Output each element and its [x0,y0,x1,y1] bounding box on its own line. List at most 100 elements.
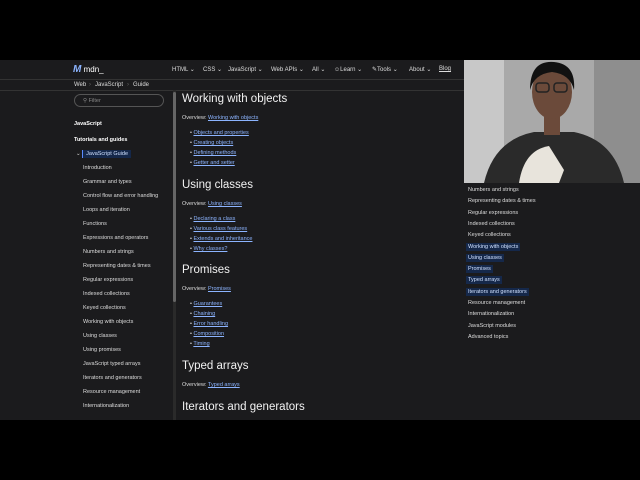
list-item: • Composition [190,331,225,337]
sidebar-item[interactable]: Using promises [83,347,121,353]
overview-line: Overview: Promises [182,286,231,292]
list-item: • Extends and inheritance [190,236,253,242]
overview-link[interactable]: Using classes [208,201,242,207]
sidebar-item[interactable]: JavaScript typed arrays [83,361,140,367]
toc-item[interactable]: Resource management [466,299,527,307]
logo-text: mdn_ [83,65,104,74]
list-item: • Creating objects [190,140,234,146]
nav-learn[interactable]: ☺Learn ⌄ [334,66,362,73]
overview-line: Overview: Working with objects [182,115,258,121]
breadcrumb-guide[interactable]: Guide [133,82,149,88]
toc-item[interactable]: Working with objects [466,242,521,251]
sidebar-item[interactable]: Iterators and generators [83,375,142,381]
nav-tools[interactable]: ✎Tools ⌄ [372,66,398,73]
sidebar-item[interactable]: Resource management [83,389,140,395]
sidebar-item[interactable]: Indexed collections [83,291,130,297]
list-link[interactable]: Declaring a class [193,216,235,222]
sidebar-item[interactable]: Internationalization [83,403,129,409]
nav-blog[interactable]: Blog [439,66,451,72]
mdn-logo[interactable]: M mdn_ [73,64,104,75]
list-link[interactable]: Guarantees [193,301,222,307]
toc-item[interactable]: Using classes [466,253,504,262]
list-item: • Why classes? [190,246,228,252]
section-heading: Working with objects [182,93,288,105]
nav-about[interactable]: About ⌄ [409,66,431,73]
sidebar-section-title[interactable]: JavaScript [74,121,102,127]
nav-html[interactable]: HTML ⌄ [172,66,195,73]
toc-item[interactable]: Keyed collections [466,231,513,239]
breadcrumb-separator: › [127,82,129,88]
list-link[interactable]: Timing [193,341,209,347]
nav-javascript[interactable]: JavaScript ⌄ [228,66,263,73]
webcam-person-image [464,60,640,183]
overview-label: Overview: [182,201,207,207]
list-link[interactable]: Objects and properties [193,130,248,136]
sidebar-item[interactable]: Expressions and operators [83,235,148,241]
overview-label: Overview: [182,382,207,388]
overview-line: Overview: Using classes [182,201,242,207]
sidebar-item[interactable]: Grammar and types [83,179,132,185]
list-item: • Chaining [190,311,216,317]
overview-link[interactable]: Typed arrays [208,382,240,388]
sidebar-scrollbar-thumb[interactable] [173,92,176,302]
list-link[interactable]: Chaining [193,311,215,317]
list-item: • Defining methods [190,150,237,156]
list-link[interactable]: Composition [193,331,224,337]
list-link[interactable]: Extends and inheritance [193,236,252,242]
sidebar-item[interactable]: Control flow and error handling [83,193,158,199]
chevron-down-icon: ⌄ [76,151,81,157]
list-link[interactable]: Error handling [193,321,228,327]
sidebar-item[interactable]: Representing dates & times [83,263,151,269]
section-heading: Iterators and generators [182,401,305,413]
nav-web-apis[interactable]: Web APIs ⌄ [271,66,304,73]
list-item: • Getter and setter [190,160,235,166]
sidebar-filter-input[interactable]: ⚲ Filter [74,94,164,107]
list-link[interactable]: Creating objects [193,140,233,146]
toc-item[interactable]: JavaScript modules [466,322,518,330]
overview-link[interactable]: Promises [208,286,231,292]
sidebar-item[interactable]: Numbers and strings [83,249,134,255]
toc-item[interactable]: Indexed collections [466,220,517,228]
toc-item[interactable]: Iterators and generators [466,287,529,296]
toc-item[interactable]: Internationalization [466,310,516,318]
overview-label: Overview: [182,286,207,292]
toc-item[interactable]: Typed arrays [466,276,502,285]
list-link[interactable]: Why classes? [193,246,227,252]
sidebar-item[interactable]: Working with objects [83,319,133,325]
filter-icon: ⚲ [83,98,88,104]
list-item: • Timing [190,341,210,347]
breadcrumb-web[interactable]: Web [74,82,86,88]
overview-line: Overview: Typed arrays [182,382,240,388]
section-heading: Using classes [182,179,253,191]
sidebar-item[interactable]: Functions [83,221,107,227]
toc-item[interactable]: Numbers and strings [466,186,521,194]
list-item: • Error handling [190,321,229,327]
overview-link[interactable]: Working with objects [208,115,258,121]
toc-item[interactable]: Advanced topics [466,333,510,341]
sidebar-item-javascript-guide[interactable]: ⌄ JavaScript Guide [76,150,132,158]
sidebar-item[interactable]: Regular expressions [83,277,133,283]
browser-viewport: M mdn_ HTML ⌄ CSS ⌄ JavaScript ⌄ Web API… [0,60,640,420]
list-item: • Various class features [190,226,248,232]
breadcrumb-javascript[interactable]: JavaScript [95,82,123,88]
list-item: • Objects and properties [190,130,249,136]
nav-all[interactable]: All ⌄ [312,66,325,73]
overview-label: Overview: [182,115,207,121]
toc-item[interactable]: Representing dates & times [466,197,538,205]
list-item: • Declaring a class [190,216,236,222]
webcam-overlay [464,60,640,183]
list-link[interactable]: Defining methods [193,150,236,156]
list-link[interactable]: Various class features [193,226,247,232]
sidebar-item[interactable]: Introduction [83,165,112,171]
list-link[interactable]: Getter and setter [193,160,234,166]
sidebar-group-title[interactable]: Tutorials and guides [74,137,127,143]
sidebar-item[interactable]: Keyed collections [83,305,126,311]
toc-item[interactable]: Regular expressions [466,209,520,217]
section-heading: Typed arrays [182,360,249,372]
toc-item[interactable]: Promises [466,265,493,274]
breadcrumb-separator: › [89,82,91,88]
sidebar-item[interactable]: Using classes [83,333,117,339]
nav-css[interactable]: CSS ⌄ [203,66,222,73]
sidebar-item[interactable]: Loops and iteration [83,207,130,213]
section-heading: Promises [182,264,230,276]
